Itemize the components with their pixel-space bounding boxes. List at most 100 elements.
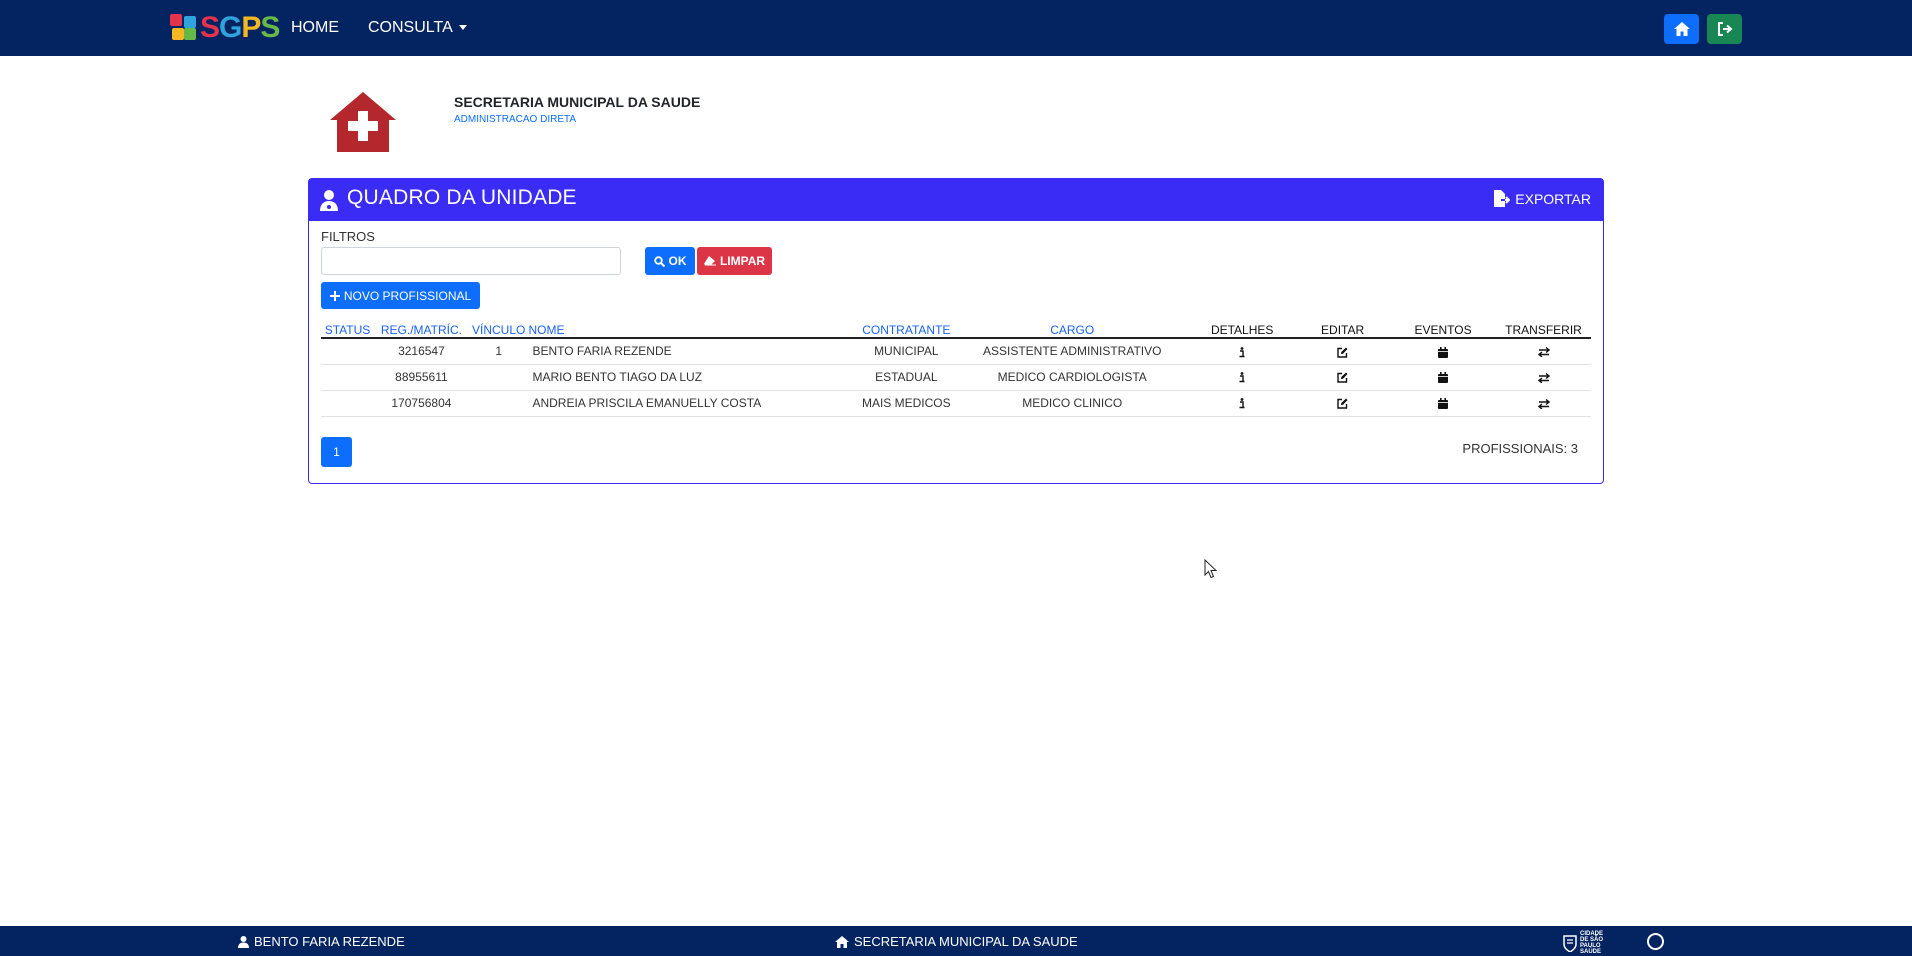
filter-input[interactable]	[321, 247, 621, 275]
top-navbar: SGPS HOME CONSULTA	[0, 0, 1912, 56]
cell-status	[321, 390, 374, 417]
nav-consulta-label: CONSULTA	[368, 19, 453, 36]
table-row: 88955611 MARIO BENTO TIAGO DA LUZ ESTADU…	[321, 364, 1591, 391]
panel-title: QUADRO DA UNIDADE	[347, 186, 577, 209]
org-subtitle: ADMINISTRACAO DIRETA	[454, 114, 577, 125]
edit-icon[interactable]	[1337, 372, 1348, 384]
details-cell	[1189, 390, 1296, 417]
logout-button[interactable]	[1707, 14, 1742, 44]
cell-nome: BENTO FARIA REZENDE	[528, 338, 858, 365]
house-icon	[835, 935, 849, 948]
calendar-icon[interactable]	[1438, 372, 1449, 384]
footer-org-name: SECRETARIA MUNICIPAL DA SAUDE	[854, 934, 1078, 949]
cell-vinculo: 1	[468, 338, 529, 365]
table-row: 3216547 1 BENTO FARIA REZENDE MUNICIPAL …	[321, 338, 1591, 365]
staff-table: STATUS REG./MATRÍC. VÍNCULO NOME CONTRAT…	[321, 322, 1591, 417]
col-editar: EDITAR	[1295, 322, 1391, 339]
calendar-icon[interactable]	[1438, 346, 1449, 358]
brand-logo[interactable]: SGPS	[170, 11, 280, 44]
footer-user: BENTO FARIA REZENDE	[238, 934, 405, 949]
sign-out-icon	[1717, 22, 1733, 36]
cell-cargo: MEDICO CLINICO	[955, 390, 1190, 417]
table-row: 170756804 ANDREIA PRISCILA EMANUELLY COS…	[321, 390, 1591, 417]
cell-vinculo	[468, 364, 529, 391]
edit-icon[interactable]	[1337, 347, 1348, 358]
col-contratante[interactable]: CONTRATANTE	[857, 322, 956, 339]
info-icon[interactable]	[1239, 346, 1245, 358]
panel-header: QUADRO DA UNIDADE EXPORTAR	[309, 179, 1603, 221]
info-icon[interactable]	[1239, 398, 1245, 409]
cell-reg: 3216547	[373, 338, 469, 365]
edit-cell	[1295, 390, 1391, 417]
home-button[interactable]	[1664, 14, 1699, 44]
col-transferir: TRANSFERIR	[1496, 322, 1591, 339]
transfer-cell	[1496, 390, 1591, 417]
new-professional-label: NOVO PROFISSIONAL	[343, 288, 472, 303]
details-cell	[1189, 338, 1296, 365]
col-status[interactable]: STATUS	[321, 322, 374, 339]
city-logo-text: CIDADE DE SÃO PAULO SAÚDE	[1580, 931, 1604, 955]
col-reg[interactable]: REG./MATRÍC.	[373, 322, 469, 339]
user-doctor-icon	[320, 190, 338, 211]
details-cell	[1189, 364, 1296, 391]
ok-label: OK	[668, 254, 687, 268]
search-icon	[653, 255, 665, 267]
cell-status	[321, 338, 374, 365]
col-detalhes: DETALHES	[1189, 322, 1296, 339]
col-nome[interactable]: NOME	[528, 322, 858, 339]
city-crest-icon	[1563, 935, 1577, 952]
footer-org: SECRETARIA MUNICIPAL DA SAUDE	[835, 934, 1078, 949]
table-header-row: STATUS REG./MATRÍC. VÍNCULO NOME CONTRAT…	[321, 322, 1591, 339]
new-professional-button[interactable]: NOVO PROFISSIONAL	[321, 282, 480, 309]
eraser-icon	[703, 256, 716, 266]
house-icon	[1673, 22, 1690, 36]
unit-staff-panel: QUADRO DA UNIDADE EXPORTAR FILTROS OK LI…	[308, 178, 1604, 484]
cell-vinculo	[468, 390, 529, 417]
edit-icon[interactable]	[1337, 398, 1348, 410]
edit-cell	[1295, 364, 1391, 391]
cell-contratante: MAIS MEDICOS	[857, 390, 956, 417]
professionals-count: PROFISSIONAIS: 3	[1462, 441, 1578, 456]
cell-cargo: MEDICO CARDIOLOGISTA	[955, 364, 1190, 391]
col-vinculo[interactable]: VÍNCULO	[468, 322, 529, 339]
export-button[interactable]: EXPORTAR	[1493, 190, 1591, 207]
seal-icon	[1647, 933, 1664, 950]
calendar-icon[interactable]	[1438, 398, 1449, 410]
cell-contratante: MUNICIPAL	[857, 338, 956, 365]
export-label: EXPORTAR	[1515, 190, 1591, 207]
org-name: SECRETARIA MUNICIPAL DA SAUDE	[454, 94, 701, 110]
transfer-cell	[1496, 338, 1591, 365]
cell-nome: MARIO BENTO TIAGO DA LUZ	[528, 364, 858, 391]
file-export-icon	[1494, 190, 1511, 207]
events-cell	[1390, 364, 1497, 391]
exchange-icon[interactable]	[1537, 347, 1550, 358]
user-icon	[238, 935, 249, 948]
cell-reg: 88955611	[373, 364, 469, 391]
brand-name: SGPS	[200, 11, 280, 44]
mouse-cursor-icon	[1204, 559, 1218, 579]
exchange-icon[interactable]	[1537, 372, 1550, 383]
cell-nome: ANDREIA PRISCILA EMANUELLY COSTA	[528, 390, 858, 417]
cell-contratante: ESTADUAL	[857, 364, 956, 391]
col-cargo[interactable]: CARGO	[955, 322, 1190, 339]
events-cell	[1390, 390, 1497, 417]
plus-icon	[329, 290, 340, 301]
cell-cargo: ASSISTENTE ADMINISTRATIVO	[955, 338, 1190, 365]
nav-home-link[interactable]: HOME	[291, 0, 339, 56]
info-icon[interactable]	[1239, 372, 1245, 383]
pagination-page-button[interactable]: 1	[321, 437, 352, 467]
cell-status	[321, 364, 374, 391]
puzzle-logo-icon	[170, 14, 198, 42]
city-sao-paulo-logo: CIDADE DE SÃO PAULO SAÚDE	[1563, 931, 1610, 955]
caret-down-icon	[458, 25, 467, 31]
filters-label: FILTROS	[321, 229, 375, 244]
exchange-icon[interactable]	[1537, 398, 1550, 409]
footer-user-name: BENTO FARIA REZENDE	[254, 934, 405, 949]
cell-reg: 170756804	[373, 390, 469, 417]
footer-bar: BENTO FARIA REZENDE SECRETARIA MUNICIPAL…	[0, 926, 1912, 956]
clear-label: LIMPAR	[719, 254, 766, 268]
ok-button[interactable]: OK	[645, 247, 695, 275]
transfer-cell	[1496, 364, 1591, 391]
clear-button[interactable]: LIMPAR	[697, 247, 772, 275]
nav-consulta-dropdown[interactable]: CONSULTA	[368, 0, 467, 56]
